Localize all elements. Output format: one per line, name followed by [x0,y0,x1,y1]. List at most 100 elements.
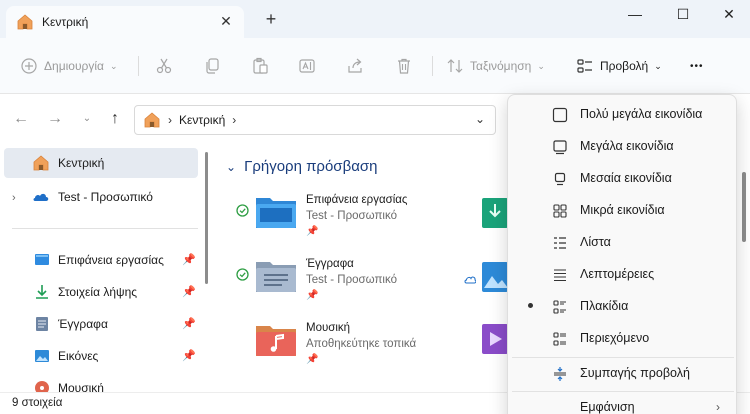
sidebar-item-downloads[interactable]: Στοιχεία λήψης 📌 [4,277,198,307]
breadcrumb-separator[interactable]: › [232,113,236,127]
breadcrumb[interactable]: Κεντρική [179,113,225,127]
section-title: Γρήγορη πρόσβαση [244,158,378,175]
paste-icon [253,57,268,74]
share-button[interactable] [346,54,364,78]
pin-icon: 📌 [306,354,319,365]
cut-button[interactable] [155,54,173,78]
menu-item-label: Λίστα [580,235,611,249]
menu-item-compact-view[interactable]: Συμπαγής προβολή [512,358,734,388]
details-icon [554,269,566,282]
chevron-right-icon: › [716,400,720,414]
sidebar-divider [12,228,198,229]
view-button-label: Προβολή [600,59,649,73]
sidebar-item-label: Έγγραφα [58,317,108,331]
chevron-down-icon: ⌄ [109,60,118,71]
menu-item-medium-icons[interactable]: Μεσαία εικονίδια [512,163,734,193]
menu-item-label: Πλακίδια [580,299,629,313]
new-tab-button[interactable]: + [262,10,280,28]
back-arrow-icon[interactable]: ← [12,110,30,128]
navigation-pane: Κεντρική › Test - Προσωπικό Επιφάνεια ερ… [0,144,215,395]
minimize-button[interactable]: — [620,4,650,24]
music-folder-icon [256,326,296,356]
address-dropdown-icon[interactable]: ⌄ [475,112,485,126]
breadcrumb-separator: › [168,113,172,127]
menu-item-label: Συμπαγής προβολή [580,366,690,380]
menu-item-content[interactable]: Περιεχόμενο [512,323,734,353]
forward-arrow-icon[interactable]: → [46,110,64,128]
small-icons-icon [553,204,567,218]
command-bar: Δημιουργία ⌄ Ταξινόμηση ⌄ Προβολή ⌄ ••• [0,38,750,94]
menu-item-large-icons[interactable]: Μεγάλα εικονίδια [512,131,734,161]
sort-icon [447,59,463,73]
pictures-icon [35,350,49,362]
pin-icon[interactable]: 📌 [182,349,196,363]
synced-check-icon [236,204,249,217]
close-tab-icon[interactable]: ✕ [218,13,234,29]
trash-icon [398,58,410,74]
tiles-icon [553,300,566,314]
sidebar-item-pictures[interactable]: Εικόνες 📌 [4,341,198,371]
tab-home[interactable]: Κεντρική ✕ [6,6,244,38]
menu-item-label: Μικρά εικονίδια [580,203,665,217]
pin-icon[interactable]: 📌 [182,253,196,267]
tile-name: Επιφάνεια εργασίας [306,194,408,206]
content-scrollbar[interactable] [742,172,746,242]
more-options-button[interactable]: ••• [690,54,704,78]
close-window-button[interactable]: ✕ [714,4,744,24]
delete-button[interactable] [395,54,413,78]
desktop-folder-icon [256,198,296,228]
view-menu: Πολύ μεγάλα εικονίδια Μεγάλα εικονίδια Μ… [507,94,737,414]
menu-item-details[interactable]: Λεπτομέρειες [512,259,734,289]
quick-access-tile-music[interactable]: Μουσική Αποθηκεύτηκε τοπικά 📌 [218,318,438,374]
menu-item-label: Πολύ μεγάλα εικονίδια [580,107,703,121]
quick-access-tile-documents[interactable]: Έγγραφα Test - Προσωπικό 📌 [218,254,438,310]
videos-folder-icon [482,324,508,354]
medium-icons-icon [554,172,566,186]
large-icons-icon [553,140,567,155]
menu-item-label: Λεπτομέρειες [580,267,655,281]
menu-item-show[interactable]: Εμφάνιση › [512,392,734,414]
sidebar-scrollbar[interactable] [205,152,208,284]
pin-icon[interactable]: 📌 [182,285,196,299]
quick-access-header[interactable]: ⌄ Γρήγορη πρόσβαση [226,158,377,175]
menu-item-extra-large-icons[interactable]: Πολύ μεγάλα εικονίδια [512,99,734,129]
toolbar-divider [432,56,433,76]
copy-icon [206,58,219,74]
toolbar-divider [138,56,139,76]
collapse-chevron-icon[interactable]: ⌄ [226,160,236,174]
maximize-button[interactable]: ☐ [668,4,698,24]
tile-location: Αποθηκεύτηκε τοπικά [306,338,417,350]
home-icon [33,155,49,171]
sidebar-item-home[interactable]: Κεντρική [4,148,198,178]
view-button[interactable]: Προβολή ⌄ [576,54,662,78]
cloud-status-icon [464,276,476,284]
title-bar: Κεντρική ✕ + — ☐ ✕ [0,0,750,38]
tile-location: Test - Προσωπικό [306,210,397,222]
sidebar-item-documents[interactable]: Έγγραφα 📌 [4,309,198,339]
address-bar[interactable]: › Κεντρική › ⌄ [134,105,496,135]
up-arrow-icon[interactable]: ↑ [106,110,124,128]
paste-button[interactable] [251,54,269,78]
menu-item-tiles[interactable]: Πλακίδια [512,291,734,321]
sort-button[interactable]: Ταξινόμηση ⌄ [446,54,545,78]
list-icon [554,237,566,249]
sidebar-item-desktop[interactable]: Επιφάνεια εργασίας 📌 [4,245,198,275]
tab-title: Κεντρική [42,15,89,29]
copy-button[interactable] [203,54,221,78]
onedrive-icon [33,193,49,201]
pin-icon[interactable]: 📌 [182,317,196,331]
recent-locations-chevron-icon[interactable]: ⌄ [78,110,96,128]
menu-item-small-icons[interactable]: Μικρά εικονίδια [512,195,734,225]
document-icon [36,317,48,331]
quick-access-tile-desktop[interactable]: Επιφάνεια εργασίας Test - Προσωπικό 📌 [218,190,438,246]
rename-button[interactable] [298,54,316,78]
scissors-icon [156,58,172,74]
item-count: 9 στοιχεία [12,397,63,409]
new-button[interactable]: Δημιουργία ⌄ [20,54,117,78]
sidebar-item-onedrive[interactable]: Test - Προσωπικό [4,182,198,212]
desktop-icon [35,254,49,265]
selected-bullet-icon [528,303,533,308]
menu-item-list[interactable]: Λίστα [512,227,734,257]
new-button-label: Δημιουργία [44,59,104,73]
tile-location: Test - Προσωπικό [306,274,397,286]
